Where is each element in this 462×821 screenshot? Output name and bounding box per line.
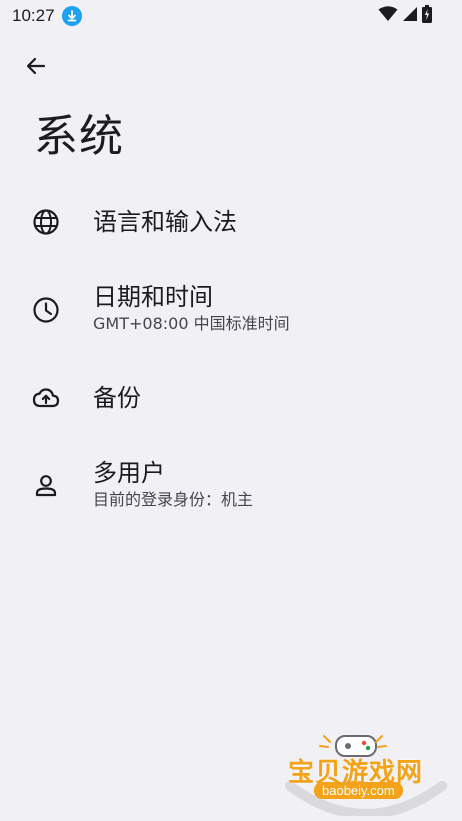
person-icon — [31, 471, 61, 501]
signal-icon — [402, 6, 418, 26]
setting-title: 日期和时间 — [93, 283, 213, 311]
arrow-back-icon — [24, 54, 48, 82]
watermark-logo: 宝贝游戏网 baobeiy.com — [280, 730, 452, 816]
watermark-url: baobeiy.com — [314, 782, 403, 799]
setting-item-multi-user[interactable]: 多用户 目前的登录身份：机主 — [0, 436, 462, 536]
setting-item-date-time[interactable]: 日期和时间 GMT+08:00 中国标准时间 — [0, 260, 462, 360]
setting-title: 多用户 — [93, 459, 165, 487]
page-title: 系统 — [34, 111, 124, 162]
status-bar: 10:27 — [0, 0, 462, 32]
setting-text: 日期和时间 GMT+08:00 中国标准时间 — [93, 282, 290, 335]
setting-summary: GMT+08:00 中国标准时间 — [93, 314, 290, 333]
setting-text: 语言和输入法 — [93, 207, 237, 237]
setting-title: 语言和输入法 — [93, 208, 237, 236]
setting-text: 备份 — [93, 383, 141, 413]
wifi-icon — [378, 6, 398, 26]
clock-icon — [31, 295, 61, 325]
setting-item-language[interactable]: 语言和输入法 — [0, 184, 462, 260]
battery-charging-icon — [422, 5, 432, 27]
setting-item-backup[interactable]: 备份 — [0, 360, 462, 436]
download-icon — [62, 6, 82, 26]
back-button[interactable] — [20, 52, 52, 84]
status-time: 10:27 — [12, 6, 55, 25]
setting-text: 多用户 目前的登录身份：机主 — [93, 458, 253, 511]
cloud-upload-icon — [31, 383, 61, 413]
setting-summary: 目前的登录身份：机主 — [93, 490, 254, 509]
globe-icon — [31, 207, 61, 237]
setting-title: 备份 — [93, 384, 141, 412]
